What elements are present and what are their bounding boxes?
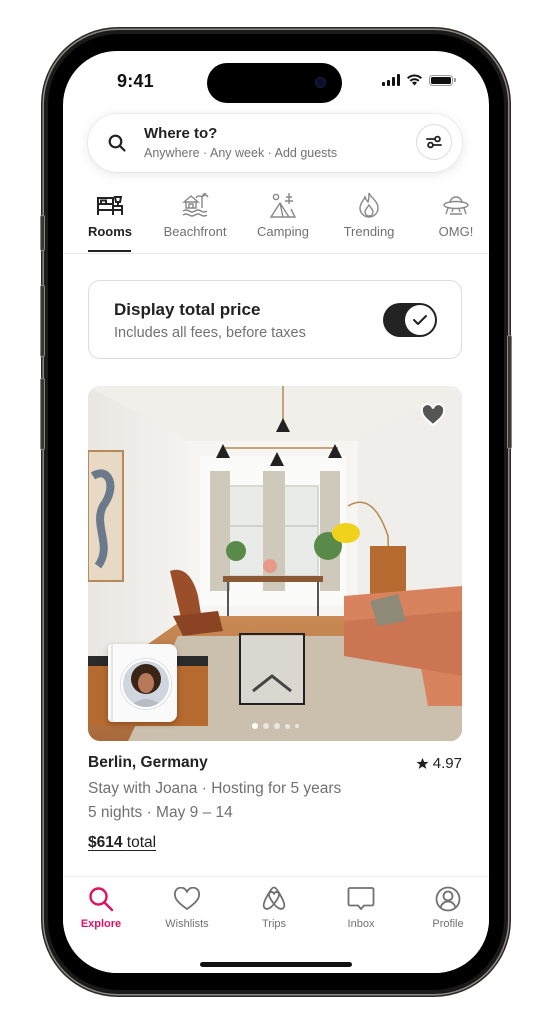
- status-time: 9:41: [117, 71, 154, 91]
- dynamic-island: [207, 63, 342, 103]
- total-price-card: Display total price Includes all fees, b…: [88, 280, 462, 359]
- app-screen: 9:41 Where to? Anywhere · Any week · Add…: [63, 51, 489, 973]
- category-label: Camping: [256, 224, 310, 239]
- ufo-icon: [443, 196, 469, 215]
- flame-icon: [359, 192, 379, 218]
- pagination-dot[interactable]: [294, 724, 299, 728]
- category-tab-omg[interactable]: OMG!: [431, 191, 481, 239]
- status-bar: 9:41: [63, 51, 489, 111]
- tent-icon: [269, 193, 297, 218]
- pagination-dot[interactable]: [273, 723, 280, 729]
- total-price-toggle[interactable]: [383, 303, 437, 337]
- pagination-dot[interactable]: [251, 723, 258, 729]
- listing-total-price[interactable]: $614 total: [88, 834, 156, 852]
- listing-host-line: Stay with Joana · Hosting for 5 years: [88, 780, 342, 797]
- host-avatar: [121, 659, 171, 709]
- active-category-indicator: [88, 250, 131, 252]
- search-icon: [89, 887, 114, 912]
- tab-profile[interactable]: Profile: [413, 885, 483, 930]
- tab-label: Inbox: [347, 918, 375, 930]
- tab-inbox[interactable]: Inbox: [326, 885, 396, 930]
- listing-dates: 5 nights · May 9 – 14: [88, 804, 233, 821]
- tab-trips[interactable]: Trips: [239, 885, 309, 930]
- home-indicator[interactable]: [200, 962, 352, 967]
- price-suffix: total: [126, 834, 157, 851]
- bed-icon: [97, 196, 123, 215]
- rating-value: 4.97: [432, 755, 462, 772]
- category-tabs: Rooms Beachfront Camping Trending OMG!: [63, 191, 489, 254]
- checkmark-icon: [413, 315, 427, 325]
- star-icon: [416, 757, 429, 769]
- category-tab-beachfront[interactable]: Beachfront: [159, 191, 231, 239]
- wishlist-button[interactable]: [420, 403, 446, 432]
- power-button: [507, 335, 512, 449]
- search-subtitle: Anywhere · Any week · Add guests: [144, 146, 338, 160]
- camera-icon: [315, 77, 326, 88]
- wifi-icon: [407, 74, 422, 86]
- filters-button[interactable]: [416, 124, 452, 160]
- bottom-tab-bar: Explore Wishlists Trips Inbox Profile: [63, 876, 489, 973]
- message-icon: [347, 887, 375, 910]
- tab-wishlists[interactable]: Wishlists: [152, 885, 222, 930]
- tab-label: Explore: [80, 918, 122, 930]
- photo-pagination-dots: [88, 723, 462, 729]
- action-button: [40, 215, 45, 251]
- host-card[interactable]: [108, 644, 177, 722]
- battery-icon: [429, 74, 456, 86]
- volume-down-button: [40, 378, 45, 450]
- user-circle-icon: [435, 886, 461, 912]
- pagination-dot[interactable]: [262, 723, 269, 729]
- tab-label: Trips: [261, 918, 287, 930]
- tab-label: Wishlists: [165, 918, 209, 930]
- total-price-subtitle: Includes all fees, before taxes: [114, 325, 306, 341]
- category-tab-camping[interactable]: Camping: [252, 191, 314, 239]
- listing-rating: 4.97: [416, 755, 462, 772]
- signal-icon: [382, 74, 400, 86]
- listing-location: Berlin, Germany: [88, 754, 208, 771]
- pagination-dot[interactable]: [284, 723, 290, 729]
- search-icon: [108, 134, 126, 152]
- category-label: Beachfront: [163, 224, 227, 239]
- airbnb-logo-icon: [262, 886, 286, 910]
- category-tab-trending[interactable]: Trending: [338, 191, 400, 239]
- search-title: Where to?: [144, 125, 218, 142]
- beach-hut-icon: [182, 192, 209, 217]
- category-tab-rooms[interactable]: Rooms: [87, 191, 133, 239]
- category-label: Rooms: [87, 224, 133, 239]
- tab-label: Profile: [432, 918, 464, 930]
- heart-icon: [420, 403, 446, 427]
- volume-up-button: [40, 285, 45, 357]
- category-label: OMG!: [438, 224, 474, 239]
- total-price-title: Display total price: [114, 300, 261, 319]
- search-bar[interactable]: Where to? Anywhere · Any week · Add gues…: [88, 114, 462, 172]
- price-amount: $614: [88, 834, 123, 851]
- filter-sliders-icon: [426, 135, 442, 149]
- category-label: Trending: [343, 224, 395, 239]
- tab-explore[interactable]: Explore: [66, 885, 136, 930]
- listing-photo-carousel[interactable]: [88, 386, 462, 741]
- heart-icon: [174, 887, 200, 911]
